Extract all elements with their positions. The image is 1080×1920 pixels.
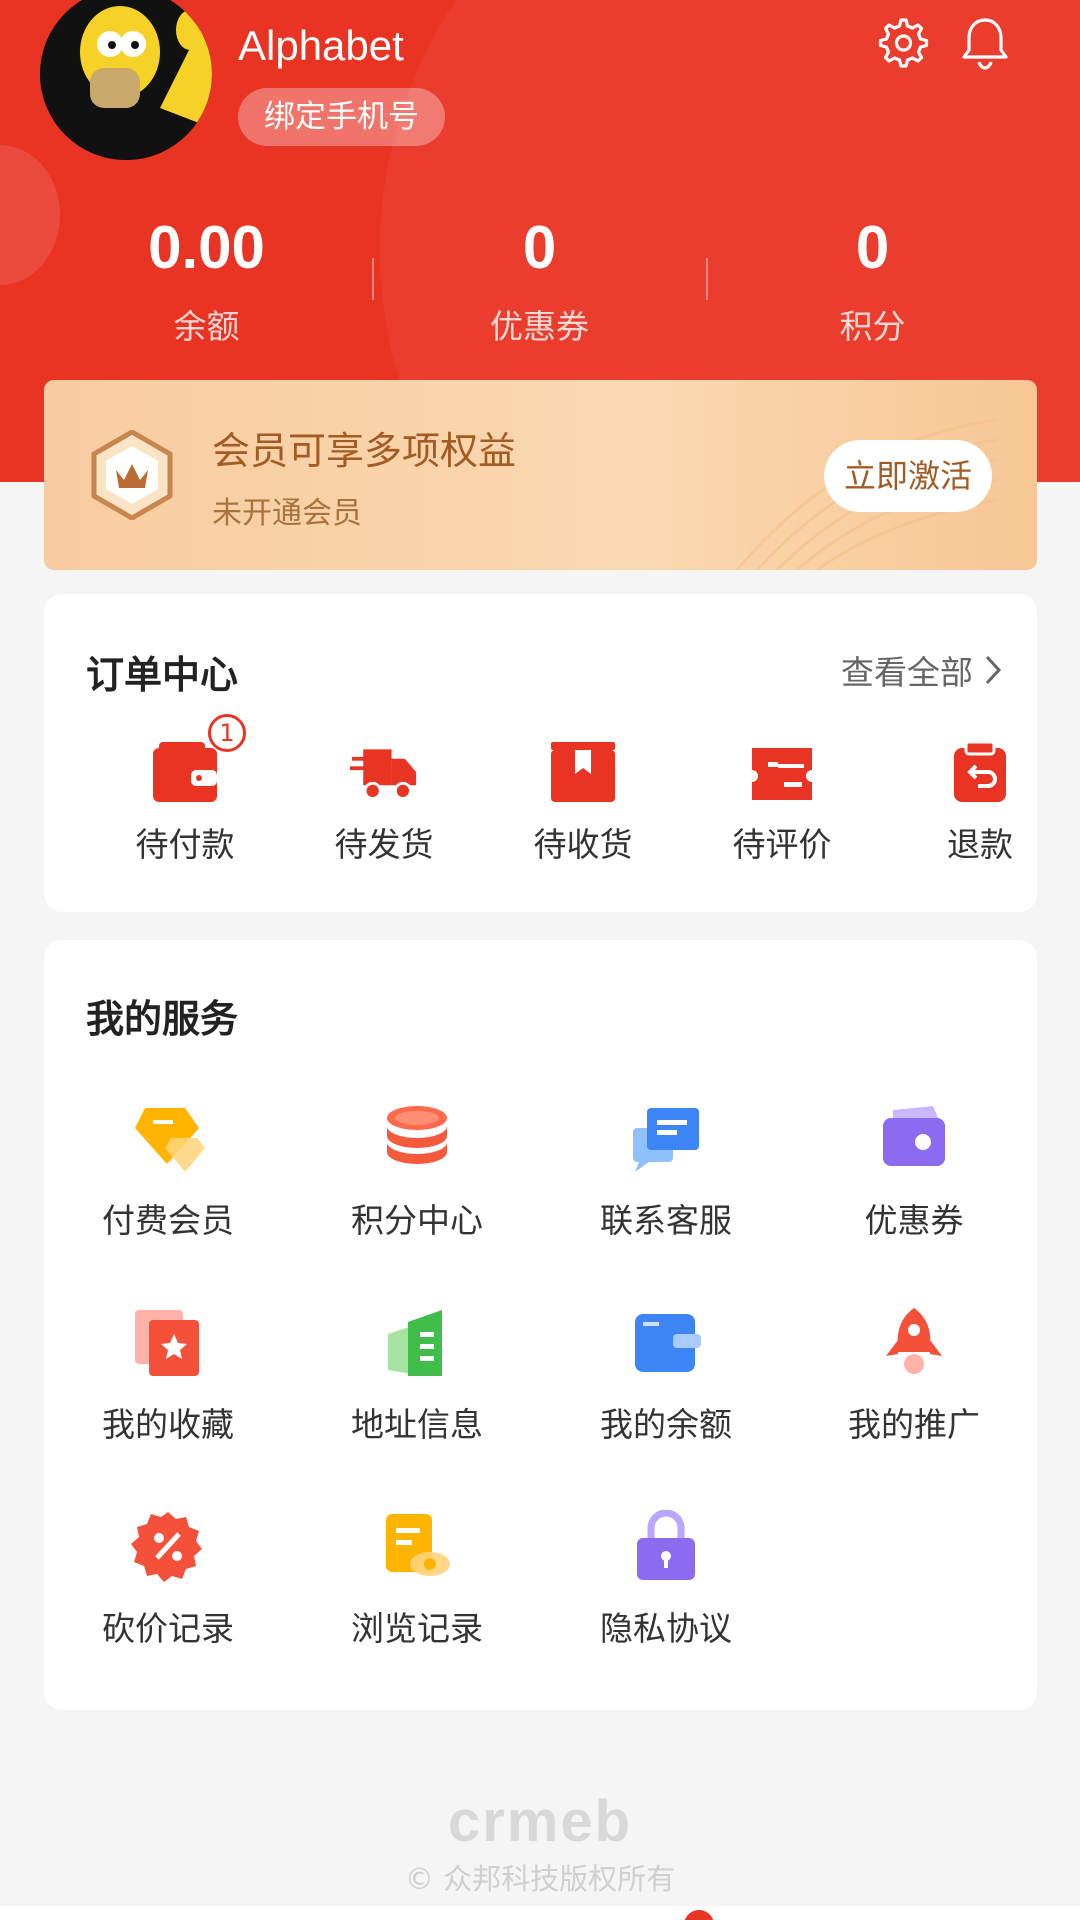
order-item-label: 待付款	[135, 825, 235, 864]
service-paid-membership[interactable]: 付费会员	[44, 1102, 292, 1242]
copyright-text: © 众邦科技版权所有	[404, 1862, 676, 1896]
address-book-icon	[388, 1310, 442, 1376]
username: Alphabet	[238, 22, 404, 69]
coin-stack-icon	[387, 1106, 447, 1164]
stat-value: 0	[522, 214, 557, 281]
tab-bar	[0, 1906, 1080, 1920]
order-item-label: 待收货	[533, 825, 633, 864]
stat-value: 0.00	[148, 214, 265, 281]
service-label: 地址信息	[351, 1405, 483, 1444]
service-privacy-agreement[interactable]: 隐私协议	[542, 1510, 790, 1650]
service-my-favorites[interactable]: 我的收藏	[44, 1306, 292, 1446]
favorite-star-icon	[135, 1310, 199, 1376]
order-center-title: 订单中心	[86, 653, 239, 697]
order-pending-payment[interactable]: 1 待付款	[85, 714, 285, 866]
order-pending-review[interactable]: 待评价	[682, 740, 882, 866]
stat-label: 优惠券	[490, 307, 589, 346]
service-label: 联系客服	[600, 1201, 732, 1240]
service-browse-history[interactable]: 浏览记录	[293, 1510, 541, 1650]
order-item-label: 待发货	[334, 825, 434, 864]
stat-label: 积分	[839, 307, 906, 346]
stat-label: 余额	[173, 307, 240, 346]
service-label: 积分中心	[351, 1201, 483, 1240]
service-label: 隐私协议	[600, 1609, 732, 1648]
coupon-wallet-icon	[883, 1106, 945, 1166]
crmeb-logo: crmeb	[447, 1789, 633, 1854]
box-icon	[551, 742, 615, 802]
gear-icon[interactable]	[872, 14, 930, 72]
stat-value: 0	[855, 214, 890, 281]
crown-badge-icon	[91, 430, 173, 520]
order-item-label: 退款	[947, 825, 1013, 864]
service-points-center[interactable]: 积分中心	[293, 1102, 541, 1242]
stat-balance[interactable]: 0.00 余额	[40, 208, 373, 348]
ticket-icon	[752, 748, 812, 800]
vip-tag-icon	[135, 1108, 205, 1172]
service-address-info[interactable]: 地址信息	[293, 1306, 541, 1446]
service-label: 砍价记录	[102, 1609, 234, 1648]
vip-title: 会员可享多项权益	[212, 429, 517, 473]
order-item-label: 待评价	[732, 825, 832, 864]
service-label: 我的推广	[848, 1405, 980, 1444]
vip-banner[interactable]: 会员可享多项权益 未开通会员 立即激活	[44, 380, 1037, 570]
pending-payment-badge: 1	[208, 714, 246, 752]
bind-phone-button[interactable]: 绑定手机号	[238, 88, 445, 146]
rocket-icon	[886, 1308, 942, 1374]
chevron-right-icon	[985, 655, 1002, 685]
lock-icon	[637, 1510, 695, 1580]
view-all-label: 查看全部	[841, 653, 973, 692]
bell-icon[interactable]	[956, 14, 1014, 72]
service-my-promotion[interactable]: 我的推广	[790, 1306, 1038, 1446]
truck-icon	[350, 749, 417, 800]
service-label: 付费会员	[102, 1201, 234, 1240]
service-bargain-records[interactable]: 砍价记录	[44, 1510, 292, 1650]
service-label: 我的余额	[600, 1405, 732, 1444]
balance-wallet-icon	[635, 1314, 701, 1372]
services-card: 我的服务 付费会员 积分中心 联系客服 优惠券 我的收藏 地址信息 我的余额 我…	[44, 940, 1037, 1710]
stats-row: 0.00 余额 0 优惠券 0 积分	[0, 208, 1080, 358]
discount-icon	[131, 1512, 202, 1582]
view-all-orders-link[interactable]: 查看全部	[841, 646, 1003, 694]
order-pending-receipt[interactable]: 待收货	[483, 740, 683, 866]
service-label: 浏览记录	[351, 1609, 483, 1648]
service-my-balance[interactable]: 我的余额	[542, 1306, 790, 1446]
order-center-card: 订单中心 查看全部 1 待付款 待发货 待收货 待评价 退款	[44, 594, 1037, 912]
activate-vip-button[interactable]: 立即激活	[824, 440, 992, 512]
service-label: 我的收藏	[102, 1405, 234, 1444]
service-coupons[interactable]: 优惠券	[790, 1102, 1038, 1242]
chat-icon	[633, 1108, 699, 1172]
order-pending-shipment[interactable]: 待发货	[284, 740, 484, 866]
services-title: 我的服务	[86, 997, 239, 1041]
wallet-icon	[153, 742, 217, 802]
service-label: 优惠券	[864, 1201, 964, 1240]
avatar[interactable]	[40, 0, 212, 160]
vip-subtitle: 未开通会员	[212, 496, 362, 531]
order-refund[interactable]: 退款	[880, 740, 1080, 866]
browse-history-icon	[386, 1514, 450, 1576]
stat-coupons[interactable]: 0 优惠券	[373, 208, 706, 348]
service-customer-support[interactable]: 联系客服	[542, 1102, 790, 1242]
refund-bag-icon	[954, 740, 1006, 802]
stat-points[interactable]: 0 积分	[706, 208, 1039, 348]
